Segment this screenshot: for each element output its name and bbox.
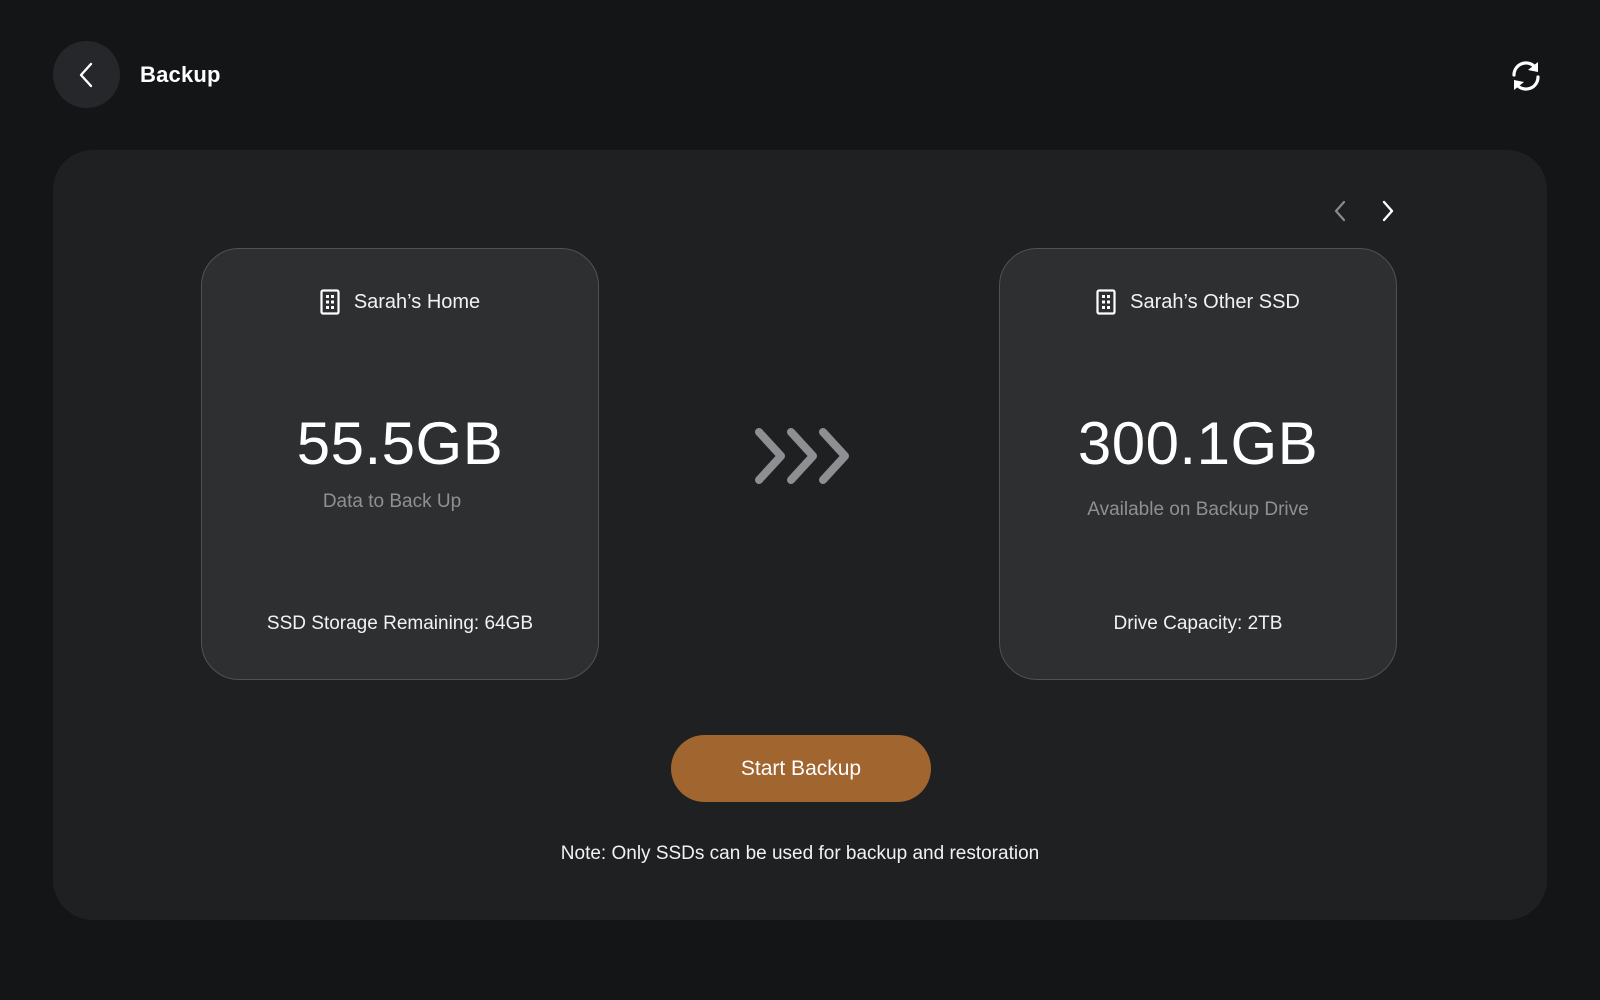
triple-chevron-right-icon: [755, 428, 849, 484]
target-drive-card: Sarah’s Other SSD 300.1GB Available on B…: [999, 248, 1397, 680]
drive-capacity: Drive Capacity: 2TB: [1113, 613, 1283, 634]
drive-pager: [1325, 196, 1403, 226]
source-drive-header: Sarah’s Home: [202, 289, 598, 315]
data-to-back-up-label: Data to Back Up: [322, 491, 462, 512]
refresh-button[interactable]: [1508, 58, 1544, 94]
start-backup-button[interactable]: Start Backup: [671, 735, 931, 802]
back-button[interactable]: [53, 41, 120, 108]
available-space-value: 300.1GB: [1077, 410, 1319, 477]
chevron-right-icon: [1382, 200, 1394, 222]
source-drive-name: Sarah’s Home: [353, 290, 481, 313]
drive-icon: [1096, 289, 1116, 315]
source-drive-card: Sarah’s Home 55.5GB Data to Back Up SSD …: [201, 248, 599, 680]
available-space-label: Available on Backup Drive: [1087, 499, 1309, 520]
page-title: Backup: [140, 61, 221, 87]
header: Backup: [53, 41, 221, 108]
refresh-icon: [1512, 61, 1540, 91]
chevron-left-icon: [79, 62, 92, 87]
next-drive-button[interactable]: [1373, 196, 1403, 226]
chevron-left-icon: [1334, 200, 1346, 222]
backup-panel: Sarah’s Home 55.5GB Data to Back Up SSD …: [53, 150, 1547, 920]
ssd-only-note: Note: Only SSDs can be used for backup a…: [560, 843, 1040, 864]
ssd-storage-remaining: SSD Storage Remaining: 64GB: [266, 613, 534, 634]
backup-page: Backup Sarah’s Home 55.5GB Data to Back …: [0, 0, 1600, 1000]
data-to-back-up-value: 55.5GB: [296, 410, 504, 477]
previous-drive-button[interactable]: [1325, 196, 1355, 226]
drive-icon: [320, 289, 340, 315]
target-drive-header: Sarah’s Other SSD: [1000, 289, 1396, 315]
target-drive-name: Sarah’s Other SSD: [1130, 290, 1300, 313]
